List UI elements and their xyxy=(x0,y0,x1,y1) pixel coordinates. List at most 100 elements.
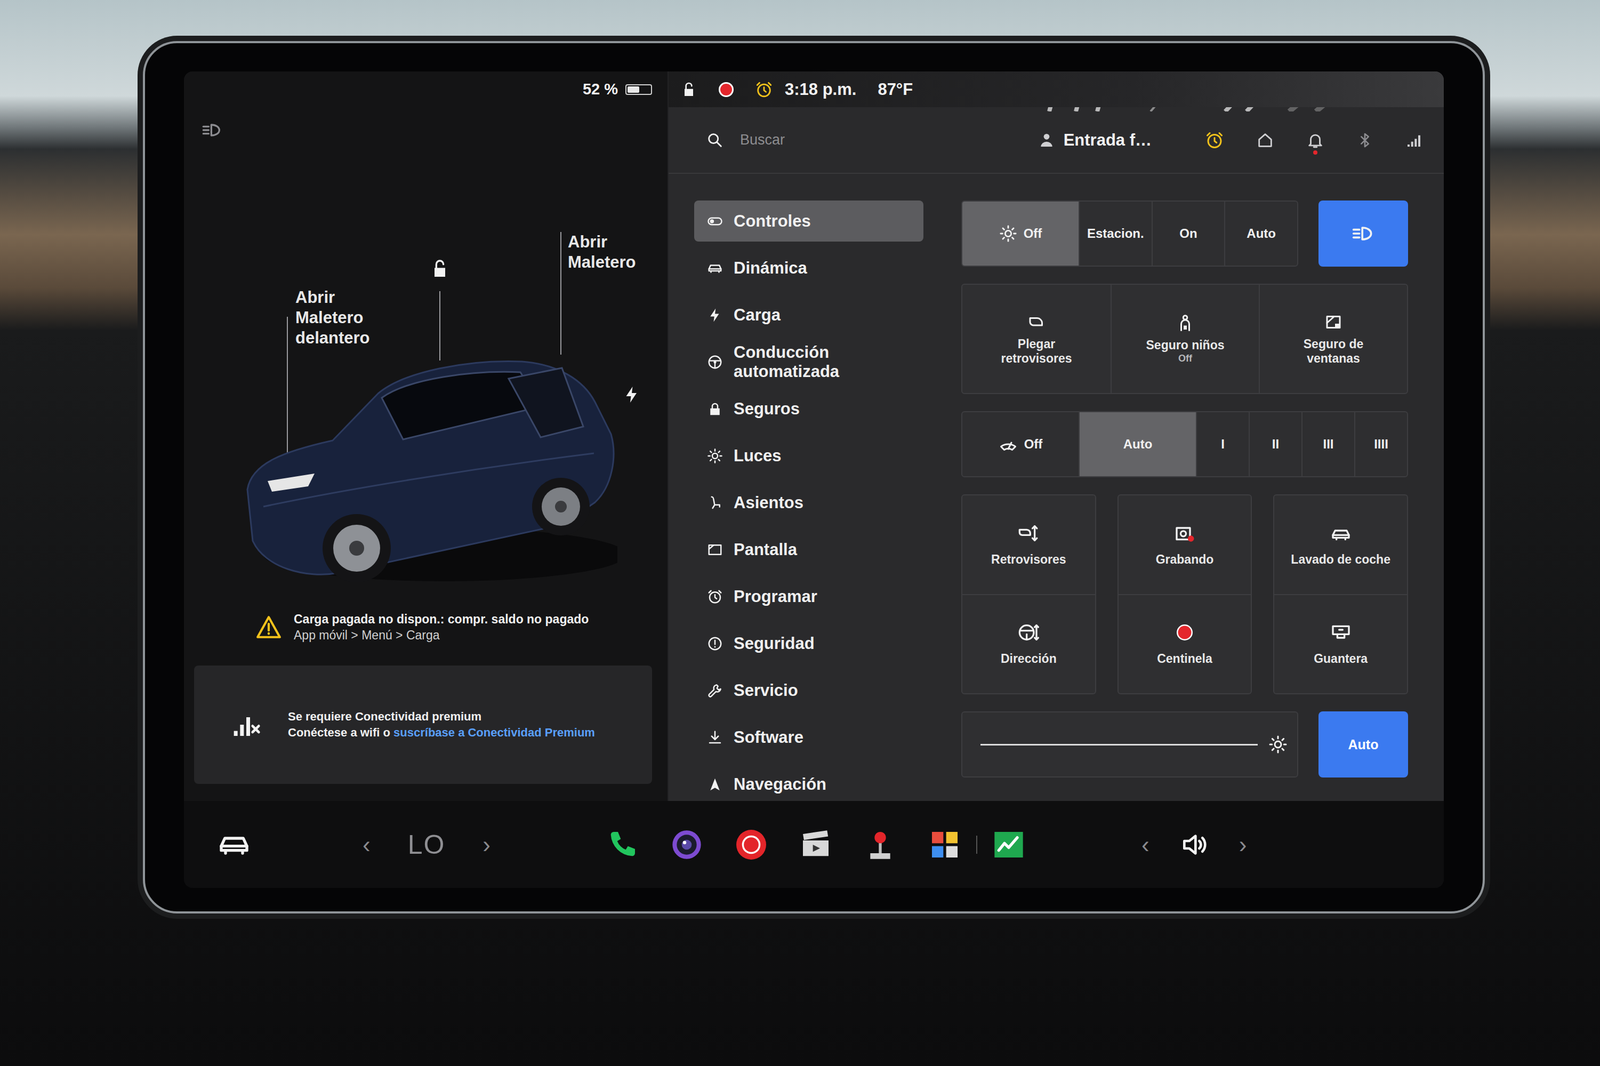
stocks-icon xyxy=(991,827,1026,862)
touchscreen: 52 %Abrir Maletero delanteroAbrir Malete… xyxy=(183,71,1444,888)
app-button[interactable] xyxy=(669,827,704,862)
search-field[interactable]: Buscar xyxy=(705,131,1007,150)
profile-button[interactable]: Entrada f… xyxy=(1038,130,1152,150)
menu-label: Dinámica xyxy=(733,258,808,278)
door-lock-icon[interactable] xyxy=(429,258,451,280)
open-frunk-button[interactable]: Abrir Maletero delantero xyxy=(295,287,389,348)
wipers-option[interactable]: II xyxy=(1248,412,1302,477)
shortcut-label: Retrovisores xyxy=(991,552,1067,567)
car-icon[interactable] xyxy=(216,827,252,862)
menu-item[interactable]: Programar xyxy=(694,575,924,617)
slider-fill xyxy=(980,743,1258,746)
menu-label: Navegación xyxy=(733,774,827,794)
menu-item[interactable]: Luces xyxy=(694,435,924,477)
headlights-option[interactable]: Auto xyxy=(1224,201,1298,266)
seat-icon xyxy=(706,494,723,511)
menu-item[interactable]: Seguridad xyxy=(694,622,924,664)
clock-icon xyxy=(706,588,723,605)
camera-rec-icon xyxy=(1174,522,1196,544)
shortcut-label: Grabando xyxy=(1155,552,1214,567)
option-label: I xyxy=(1220,436,1225,452)
menu-item[interactable]: Asientos xyxy=(694,481,924,524)
subscribe-link[interactable]: suscríbase a Conectividad Premium xyxy=(393,725,596,739)
menu-item[interactable]: Conducción automatizada xyxy=(694,341,924,383)
app-button[interactable] xyxy=(605,827,640,862)
headlights-option[interactable]: Off xyxy=(962,201,1079,266)
wiper-icon xyxy=(998,434,1018,454)
recording-indicator xyxy=(718,82,734,98)
shortcut-button[interactable]: Lavado de coche xyxy=(1274,495,1407,594)
dock-bar: ‹ LO › ‹ › xyxy=(183,800,1444,888)
open-trunk-button[interactable]: Abrir Maletero xyxy=(567,231,654,273)
home-icon[interactable] xyxy=(1256,131,1275,150)
wipers-option[interactable]: III xyxy=(1301,412,1355,477)
menu-item[interactable]: Servicio xyxy=(694,669,924,711)
menu-item[interactable]: Software xyxy=(694,716,924,758)
connectivity-card: Se requiere Conectividad premiumConéctes… xyxy=(194,665,653,784)
car-icon xyxy=(706,260,723,277)
menu-item[interactable]: Seguros xyxy=(694,388,924,430)
tile-label: Seguro niños xyxy=(1146,338,1225,352)
menu-item[interactable]: Pantalla xyxy=(694,528,924,570)
app-button[interactable] xyxy=(798,827,833,862)
toggle-tile[interactable]: Seguro niñosOff xyxy=(1110,284,1259,393)
menu-item[interactable]: Controles xyxy=(694,200,924,242)
wrench-icon xyxy=(706,682,723,699)
clock: 3:18 p.m. xyxy=(784,79,857,100)
shortcut-button[interactable]: Centinela xyxy=(1118,593,1252,694)
warning-title: Carga pagada no dispon.: compr. saldo no… xyxy=(293,610,589,627)
shortcut-button[interactable]: Dirección xyxy=(962,593,1096,694)
menu-label: Pantalla xyxy=(733,540,798,560)
menu-item[interactable]: Dinámica xyxy=(694,247,924,289)
warning-icon xyxy=(255,613,283,641)
speaker-icon[interactable] xyxy=(1179,829,1210,860)
menu-item[interactable]: Navegación xyxy=(694,763,924,801)
headlights-option[interactable]: Estacion. xyxy=(1078,201,1152,266)
battery-reading: 52 % xyxy=(582,80,618,99)
temperature-up[interactable]: › xyxy=(482,832,491,857)
app-launcher xyxy=(605,827,1026,862)
temperature-down[interactable]: ‹ xyxy=(362,832,371,857)
option-label: Estacion. xyxy=(1087,226,1145,241)
notifications-button[interactable] xyxy=(1306,131,1325,150)
app-button[interactable] xyxy=(734,827,769,862)
cabin-temperature[interactable]: LO xyxy=(407,829,446,860)
toggle-tile[interactable]: Plegar retrovisores xyxy=(962,284,1111,393)
signal-icon xyxy=(1405,131,1423,149)
child-lock-icon xyxy=(1175,313,1195,333)
brightness-slider[interactable] xyxy=(961,711,1299,778)
lock-status-icon[interactable] xyxy=(680,81,698,99)
screen-bezel: 52 %Abrir Maletero delanteroAbrir Malete… xyxy=(142,41,1485,914)
wipers-option[interactable]: IIII xyxy=(1354,412,1407,477)
battery-fill xyxy=(627,86,640,93)
option-label: Off xyxy=(1024,436,1043,452)
menu-label: Carga xyxy=(733,305,781,325)
bluetooth-icon[interactable] xyxy=(1356,131,1374,149)
headlights-option[interactable]: On xyxy=(1151,201,1225,266)
menu-label: Asientos xyxy=(733,493,804,513)
volume-down[interactable]: ‹ xyxy=(1141,832,1150,857)
wipers-option[interactable]: Auto xyxy=(1078,412,1196,477)
shortcut-button[interactable]: Grabando xyxy=(1118,495,1252,594)
mirror-adjust-icon xyxy=(1017,522,1040,544)
auto-high-beam-button[interactable] xyxy=(1318,200,1409,267)
menu-item[interactable]: Carga xyxy=(694,294,924,336)
controls-grid: OffEstacion.OnAutoPlegar retrovisoresSeg… xyxy=(961,200,1409,778)
wipers-option[interactable]: Off xyxy=(962,412,1079,477)
volume-up[interactable]: › xyxy=(1239,832,1248,857)
toggle-tile[interactable]: Seguro de ventanas xyxy=(1258,284,1407,393)
app-button[interactable] xyxy=(991,827,1026,862)
top-bar: Buscar Entrada f… xyxy=(668,107,1444,174)
leader-line xyxy=(560,231,562,355)
shortcut-button[interactable]: Guantera xyxy=(1274,593,1407,694)
car-view: Abrir Maletero delantero Abrir Maletero xyxy=(183,140,668,611)
media-icon xyxy=(734,827,769,862)
alarm-icon[interactable] xyxy=(1204,130,1225,150)
auto-brightness-button[interactable]: Auto xyxy=(1318,711,1409,778)
app-button[interactable] xyxy=(863,827,898,862)
app-button[interactable] xyxy=(927,827,962,862)
wipers-option[interactable]: I xyxy=(1195,412,1249,477)
shortcut-button[interactable]: Retrovisores xyxy=(962,495,1096,594)
slider-track xyxy=(980,743,1258,746)
charge-port-icon[interactable] xyxy=(622,384,642,405)
